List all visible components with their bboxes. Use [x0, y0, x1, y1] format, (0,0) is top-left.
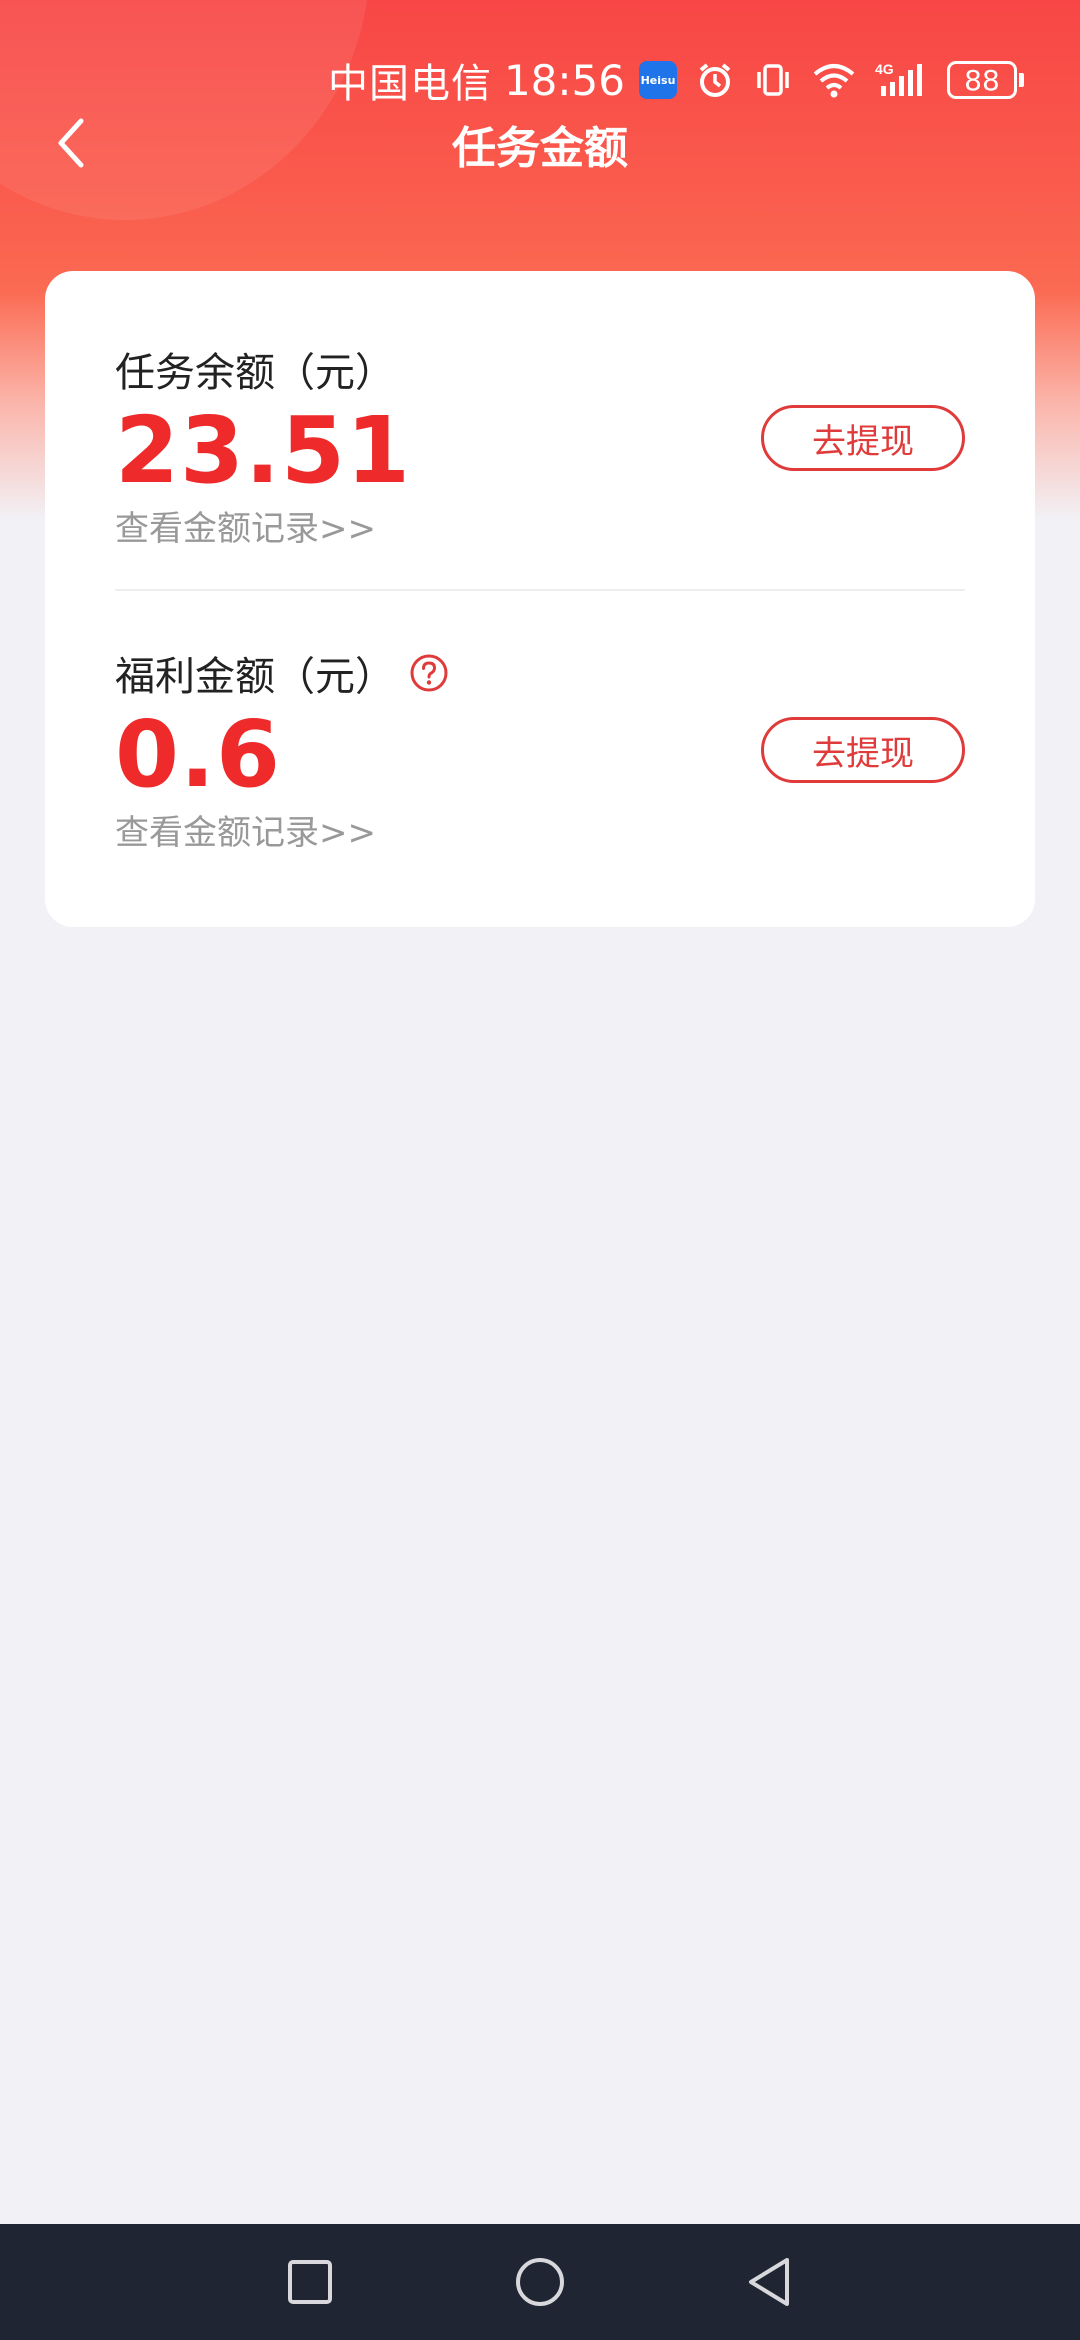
welfare-withdraw-button[interactable]: 去提现 — [761, 717, 965, 783]
divider — [115, 589, 965, 591]
system-navigation-bar — [0, 2224, 1080, 2340]
task-withdraw-button[interactable]: 去提现 — [761, 405, 965, 471]
page-title: 任务金额 — [452, 123, 628, 174]
welfare-record-link[interactable]: 查看金额记录>> — [115, 805, 965, 854]
svg-text:4G: 4G — [875, 61, 894, 77]
welfare-balance-label-row: 福利金额（元） — [115, 647, 965, 700]
clock: 18:56 — [503, 55, 625, 105]
system-back-button[interactable] — [730, 2242, 810, 2322]
battery-level: 88 — [964, 63, 1000, 97]
signal-4g-icon: 4G — [875, 60, 929, 100]
vibrate-icon — [753, 60, 793, 100]
task-balance-section: 任务余额（元） 23.51 查看金额记录>> 去提现 — [115, 343, 965, 549]
app-notification-icon: Heisu — [639, 61, 677, 99]
balance-card: 任务余额（元） 23.51 查看金额记录>> 去提现 福利金额（元） 0.6 查… — [45, 271, 1035, 927]
top-navigation: 任务金额 — [0, 100, 1080, 184]
task-record-link[interactable]: 查看金额记录>> — [115, 501, 965, 550]
app-icon-text: Heisu — [640, 73, 676, 87]
home-button[interactable] — [500, 2242, 580, 2322]
recent-apps-button[interactable] — [270, 2242, 350, 2322]
welfare-balance-label: 福利金额（元） — [115, 654, 395, 700]
wifi-icon — [811, 60, 857, 100]
triangle-left-icon — [749, 2258, 789, 2306]
welfare-balance-section: 福利金额（元） 0.6 查看金额记录>> 去提现 — [115, 647, 965, 853]
square-icon — [288, 2260, 332, 2304]
task-balance-label: 任务余额（元） — [115, 350, 395, 396]
battery-icon: 88 — [947, 61, 1024, 99]
circle-icon — [516, 2258, 564, 2306]
question-circle-icon[interactable] — [409, 653, 449, 693]
alarm-icon — [695, 60, 735, 100]
